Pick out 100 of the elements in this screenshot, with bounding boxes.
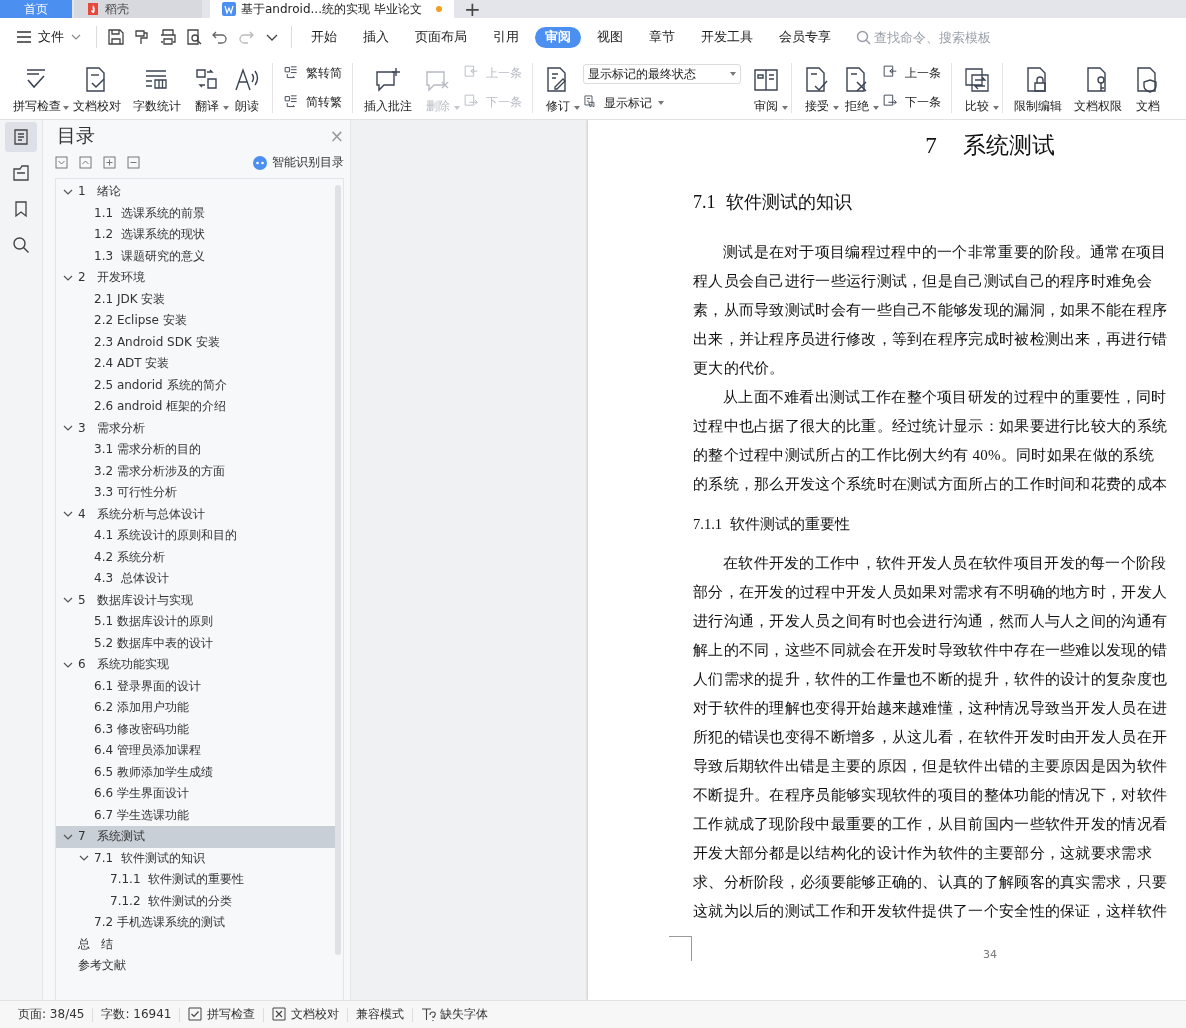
ribbon-tab[interactable]: 开发工具 bbox=[691, 26, 763, 48]
status-text[interactable]: 兼容模式 bbox=[348, 1006, 413, 1023]
file-menu-button[interactable]: 文件 bbox=[0, 28, 90, 46]
save-icon[interactable] bbox=[107, 28, 125, 46]
scrollbar[interactable] bbox=[335, 185, 341, 955]
outline-item[interactable]: 6.5 教师添加学生成绩 bbox=[56, 761, 335, 783]
outline-item[interactable]: 6.1 登录界面的设计 bbox=[56, 675, 335, 697]
status-button[interactable]: 拼写检查 bbox=[180, 1006, 264, 1023]
text-line: 测试是在对于项目编程过程中的一个非常重要的阶段。通常在项目 bbox=[722, 243, 1168, 262]
format-painter-icon[interactable] bbox=[133, 28, 151, 46]
outline-item[interactable]: 1.3 课题研究的意义 bbox=[56, 245, 335, 267]
ribbon-button[interactable]: 朗读 bbox=[228, 57, 266, 119]
ribbon-button[interactable]: 上一条 bbox=[882, 63, 941, 84]
ribbon-tab[interactable]: 引用 bbox=[483, 26, 529, 48]
outline-item[interactable]: 1 绪论 bbox=[56, 181, 335, 203]
search-field[interactable]: 查找命令、搜索模板 bbox=[856, 29, 1014, 45]
ribbon-button[interactable]: 繁转简 bbox=[283, 63, 342, 84]
outline-item[interactable]: 4.3 总体设计 bbox=[56, 568, 335, 590]
caret-icon[interactable] bbox=[658, 101, 664, 105]
plus-icon[interactable] bbox=[103, 156, 116, 169]
status-button[interactable]: 缺失字体 bbox=[413, 1006, 497, 1023]
ribbon-tab[interactable]: 插入 bbox=[353, 26, 399, 48]
minus-icon[interactable] bbox=[127, 156, 140, 169]
outline-item[interactable]: 3.3 可行性分析 bbox=[56, 482, 335, 504]
outline-item[interactable]: 1.1 选课系统的前景 bbox=[56, 202, 335, 224]
document-tab[interactable]: 基于android...统的实现 毕业论文 bbox=[210, 0, 454, 18]
caret-icon[interactable] bbox=[63, 106, 69, 110]
caret-icon[interactable] bbox=[833, 106, 839, 110]
tab-label: 首页 bbox=[24, 0, 48, 18]
outline-item[interactable]: 1.2 选课系统的现状 bbox=[56, 224, 335, 246]
outline-item[interactable]: 6.2 添加用户功能 bbox=[56, 697, 335, 719]
ribbon-button[interactable]: 字数统计 bbox=[128, 57, 186, 119]
outline-item[interactable]: 3.1 需求分析的目的 bbox=[56, 439, 335, 461]
ribbon-button[interactable]: 简转繁 bbox=[283, 92, 342, 113]
outline-item[interactable]: 5.1 数据库设计的原则 bbox=[56, 611, 335, 633]
outline-item[interactable]: 2.5 andorid 系统的简介 bbox=[56, 374, 335, 396]
flame-logo-icon bbox=[86, 2, 100, 16]
outline-item[interactable]: 6.6 学生界面设计 bbox=[56, 783, 335, 805]
outline-item[interactable]: 4.1 系统设计的原则和目的 bbox=[56, 525, 335, 547]
markup-dropdown[interactable]: 显示标记的最终状态 bbox=[583, 64, 741, 84]
outline-item[interactable]: 4 系统分析与总体设计 bbox=[56, 503, 335, 525]
outline-item[interactable]: 2.2 Eclipse 安装 bbox=[56, 310, 335, 332]
outline-item[interactable]: 2 开发环境 bbox=[56, 267, 335, 289]
outline-item[interactable]: 2.3 Android SDK 安装 bbox=[56, 331, 335, 353]
outline-item[interactable]: 7.1 软件测试的知识 bbox=[56, 847, 335, 869]
new-tab-button[interactable]: + bbox=[454, 0, 491, 18]
comment-add-icon bbox=[374, 66, 402, 94]
outline-item[interactable]: 6.3 修改密码功能 bbox=[56, 718, 335, 740]
outline-item[interactable]: 2.4 ADT 安装 bbox=[56, 353, 335, 375]
ribbon-button[interactable]: 下一条 bbox=[882, 92, 941, 113]
ribbon-button[interactable]: 接受 bbox=[798, 57, 836, 119]
caret-icon[interactable] bbox=[730, 72, 736, 76]
text-line: 这就为以后的测试工作和开发软件提供了一个安全性的保证，这样软件 bbox=[693, 902, 1169, 921]
document-tab[interactable]: 稻壳 bbox=[74, 0, 202, 18]
ribbon-button[interactable]: 文档校对 bbox=[68, 57, 126, 119]
outline-item[interactable]: 7.1.1 软件测试的重要性 bbox=[56, 869, 335, 891]
ribbon-tab[interactable]: 章节 bbox=[639, 26, 685, 48]
text-line: 出来，并让程序员进行修改，等到在程序完成时被检测出来，再进行错 bbox=[693, 330, 1169, 349]
ribbon-button[interactable]: 拒绝 bbox=[838, 57, 876, 119]
expand-all-icon[interactable] bbox=[79, 156, 92, 169]
ribbon-button[interactable]: 插入批注 bbox=[359, 57, 417, 119]
print-preview-icon[interactable] bbox=[185, 28, 203, 46]
outline-item[interactable]: 5 数据库设计与实现 bbox=[56, 589, 335, 611]
collapse-all-icon[interactable] bbox=[55, 156, 68, 169]
ribbon-button[interactable]: 限制编辑 bbox=[1009, 57, 1067, 119]
print-icon[interactable] bbox=[159, 28, 177, 46]
ribbon-tab[interactable]: 视图 bbox=[587, 26, 633, 48]
outline-item[interactable]: 6.7 学生选课功能 bbox=[56, 804, 335, 826]
ribbon-button[interactable]: 修订 bbox=[539, 57, 577, 119]
outline-item[interactable]: 5.2 数据库中表的设计 bbox=[56, 632, 335, 654]
ribbon-tab[interactable]: 开始 bbox=[301, 26, 347, 48]
outline-item[interactable]: 6.4 管理员添加课程 bbox=[56, 740, 335, 762]
outline-item[interactable]: 7.1.2 软件测试的分类 bbox=[56, 890, 335, 912]
ribbon-tab[interactable]: 页面布局 bbox=[405, 26, 477, 48]
outline-item[interactable]: 6 系统功能实现 bbox=[56, 654, 335, 676]
outline-item[interactable]: 总 结 bbox=[56, 933, 335, 955]
outline-item[interactable]: 3.2 需求分析涉及的方面 bbox=[56, 460, 335, 482]
outline-item[interactable]: 3 需求分析 bbox=[56, 417, 335, 439]
status-button[interactable]: 文档校对 bbox=[264, 1006, 348, 1023]
text-line: 解上的不同，这些不同就会在开发时导致软件中存在一些难以发现的错 bbox=[693, 641, 1169, 660]
ribbon-tab[interactable]: 会员专享 bbox=[769, 26, 841, 48]
outline-item[interactable]: 7 系统测试 bbox=[56, 826, 335, 848]
ribbon-button[interactable]: 文档权限 bbox=[1069, 57, 1127, 119]
smart-toc-link[interactable]: 智能识别目录 bbox=[253, 154, 344, 171]
sidebar-tab[interactable] bbox=[5, 122, 37, 152]
file-label: 文件 bbox=[38, 28, 64, 46]
crop-mark bbox=[669, 936, 692, 961]
caret-icon[interactable] bbox=[574, 106, 580, 110]
ribbon-button[interactable]: 拼写检查 bbox=[8, 57, 66, 119]
ribbon-button[interactable]: 翻译 bbox=[188, 57, 226, 119]
outline-item[interactable]: 2.1 JDK 安装 bbox=[56, 288, 335, 310]
outline-item[interactable]: 7.2 手机选课系统的测试 bbox=[56, 912, 335, 934]
ribbon-button[interactable]: 显示标记 bbox=[583, 94, 741, 112]
outline-item[interactable]: 参考文献 bbox=[56, 955, 335, 977]
tab-label: 基于android...统的实现 毕业论文 bbox=[241, 0, 422, 18]
ribbon-button[interactable]: 文档 bbox=[1129, 57, 1167, 119]
outline-item[interactable]: 4.2 系统分析 bbox=[56, 546, 335, 568]
caret-icon[interactable] bbox=[223, 106, 229, 110]
outline-item[interactable]: 2.6 android 框架的介绍 bbox=[56, 396, 335, 418]
caret-icon[interactable] bbox=[873, 106, 879, 110]
